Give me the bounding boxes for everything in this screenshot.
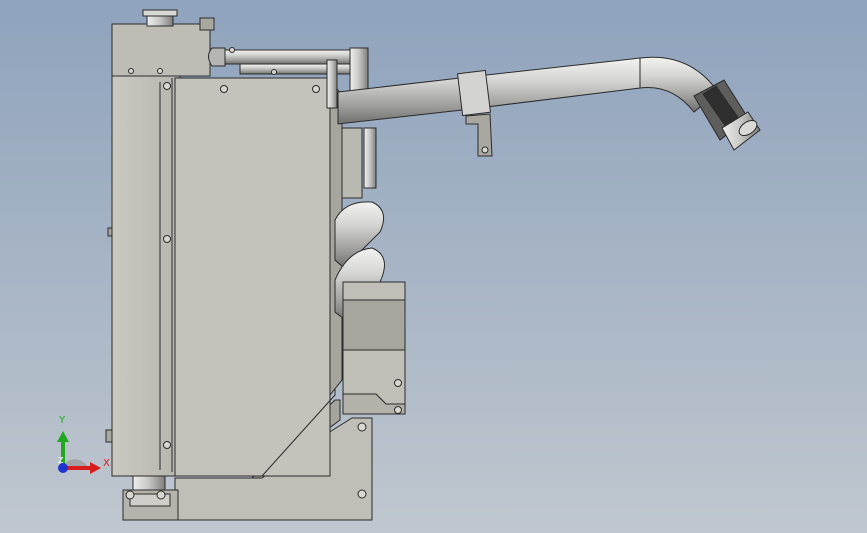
side-bracket[interactable] <box>342 281 406 415</box>
z-axis-label: Z <box>58 456 64 465</box>
y-axis-label: Y <box>59 415 66 426</box>
intake-pipe[interactable] <box>337 56 719 157</box>
header-tank[interactable] <box>111 9 215 77</box>
radiator-housing[interactable] <box>105 75 343 477</box>
pipe-coupling[interactable] <box>693 79 761 151</box>
cad-viewport[interactable]: Y X Z <box>0 0 867 533</box>
x-axis-label: X <box>103 458 110 469</box>
engine-cooling-model[interactable] <box>0 0 867 533</box>
